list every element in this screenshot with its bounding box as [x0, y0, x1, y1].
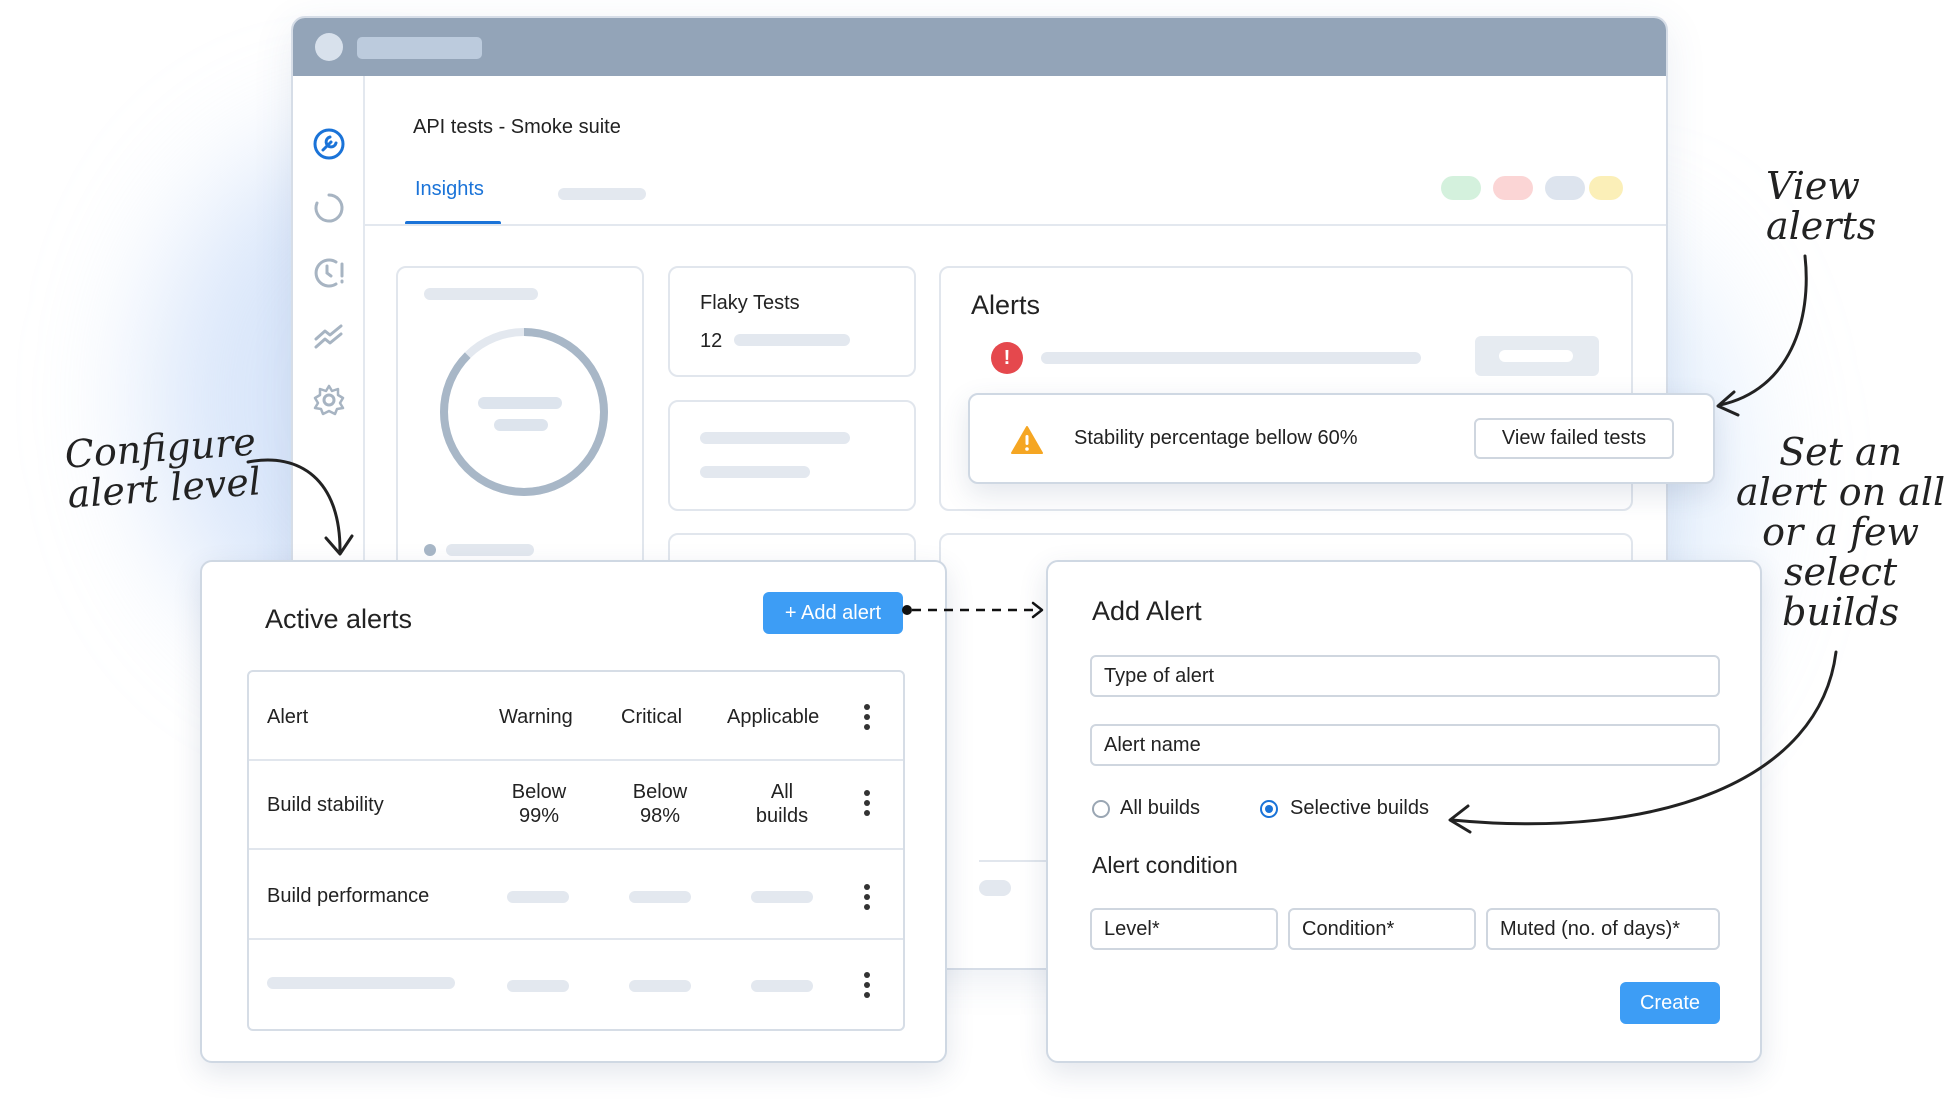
placeholder-card: [668, 400, 916, 511]
status-chip-yellow: [1589, 176, 1623, 200]
placeholder-line: [700, 432, 850, 444]
alerts-title: Alerts: [971, 290, 1041, 320]
row-build-stability-critical: Below 98%: [632, 781, 688, 827]
tools-icon[interactable]: [311, 126, 347, 162]
card-title-placeholder: [424, 288, 538, 300]
row-options-icon[interactable]: [864, 884, 870, 910]
warning-icon: [1011, 426, 1043, 454]
selective-builds-label[interactable]: Selective builds: [1290, 797, 1429, 820]
row-build-performance-warning-placeholder: [507, 891, 569, 903]
row-build-performance-critical-placeholder: [629, 891, 691, 903]
selective-builds-radio[interactable]: [1260, 800, 1278, 818]
view-failed-tests-button[interactable]: View failed tests: [1474, 418, 1674, 459]
annotation-arrow-view: [1716, 254, 1808, 417]
condition-field[interactable]: Condition*: [1288, 908, 1476, 950]
active-alerts-panel: Active alerts + Add alert Alert Warning …: [200, 560, 947, 1063]
status-chip-red: [1493, 176, 1533, 200]
alert-notification: Stability percentage bellow 60% View fai…: [968, 393, 1715, 484]
annotation-arrow-configure: [246, 458, 354, 556]
gear-icon[interactable]: [311, 382, 347, 418]
alert-message: Stability percentage bellow 60%: [1074, 427, 1358, 449]
donut-chart: [440, 328, 608, 496]
row-build-performance-label: Build performance: [267, 885, 430, 907]
address-bar-placeholder: [357, 37, 482, 59]
annotation-configure: Configure alert level: [63, 419, 263, 517]
column-header-warning: Warning: [499, 706, 573, 728]
status-chip-gray: [1545, 176, 1585, 200]
active-alerts-title: Active alerts: [265, 604, 413, 634]
all-builds-radio[interactable]: [1092, 800, 1110, 818]
timer-alert-icon[interactable]: [311, 254, 347, 290]
row-build-performance-applicable-placeholder: [751, 891, 813, 903]
window-titlebar: [293, 18, 1666, 76]
tabs-divider: [365, 224, 1666, 226]
row-placeholder-label: [267, 977, 455, 989]
row-build-stability-warning: Below 99%: [511, 781, 567, 827]
status-chip-green: [1441, 176, 1481, 200]
add-alert-title: Add Alert: [1092, 596, 1202, 626]
flaky-tests-card: Flaky Tests 12: [668, 266, 916, 377]
placeholder-line: [700, 466, 810, 478]
stability-chart-card: [396, 266, 644, 586]
legend-dot: [424, 544, 436, 556]
flaky-tests-title: Flaky Tests: [700, 292, 800, 314]
row-build-stability-label: Build stability: [267, 794, 384, 816]
column-header-critical: Critical: [621, 706, 683, 728]
muted-days-field[interactable]: Muted (no. of days)*: [1486, 908, 1720, 950]
annotation-view-alerts: View alerts: [1766, 164, 1877, 248]
row-options-icon[interactable]: [864, 972, 870, 998]
more-options-icon[interactable]: [864, 704, 870, 730]
all-builds-label[interactable]: All builds: [1120, 797, 1200, 820]
alert-placeholder: [1041, 352, 1421, 364]
level-field[interactable]: Level*: [1090, 908, 1278, 950]
row-build-stability-applicable: All builds: [755, 781, 809, 827]
trend-icon[interactable]: [311, 318, 347, 354]
alert-action-placeholder[interactable]: [1475, 336, 1599, 376]
alert-condition-title: Alert condition: [1092, 852, 1238, 878]
column-header-applicable: Applicable: [727, 706, 820, 728]
annotation-set-alert: Set an alert on all or a few select buil…: [1736, 430, 1946, 634]
add-alert-button[interactable]: + Add alert: [763, 592, 903, 634]
row-options-icon[interactable]: [864, 790, 870, 816]
flaky-tests-placeholder: [734, 334, 850, 346]
window-control[interactable]: [315, 33, 343, 61]
tab-insights[interactable]: Insights: [415, 178, 484, 201]
connector-arrow: [902, 601, 1044, 619]
annotation-arrow-set-alert: [1448, 650, 1838, 834]
create-button[interactable]: Create: [1620, 982, 1720, 1024]
column-header-alert: Alert: [267, 706, 309, 728]
error-icon: !: [991, 342, 1023, 374]
flaky-tests-count: 12: [700, 330, 723, 352]
tab-placeholder[interactable]: [558, 188, 646, 200]
loading-icon[interactable]: [311, 190, 347, 226]
legend-placeholder: [446, 544, 534, 556]
alerts-table: Alert Warning Critical Applicable Build …: [247, 670, 905, 1031]
page-title: API tests - Smoke suite: [413, 116, 621, 138]
